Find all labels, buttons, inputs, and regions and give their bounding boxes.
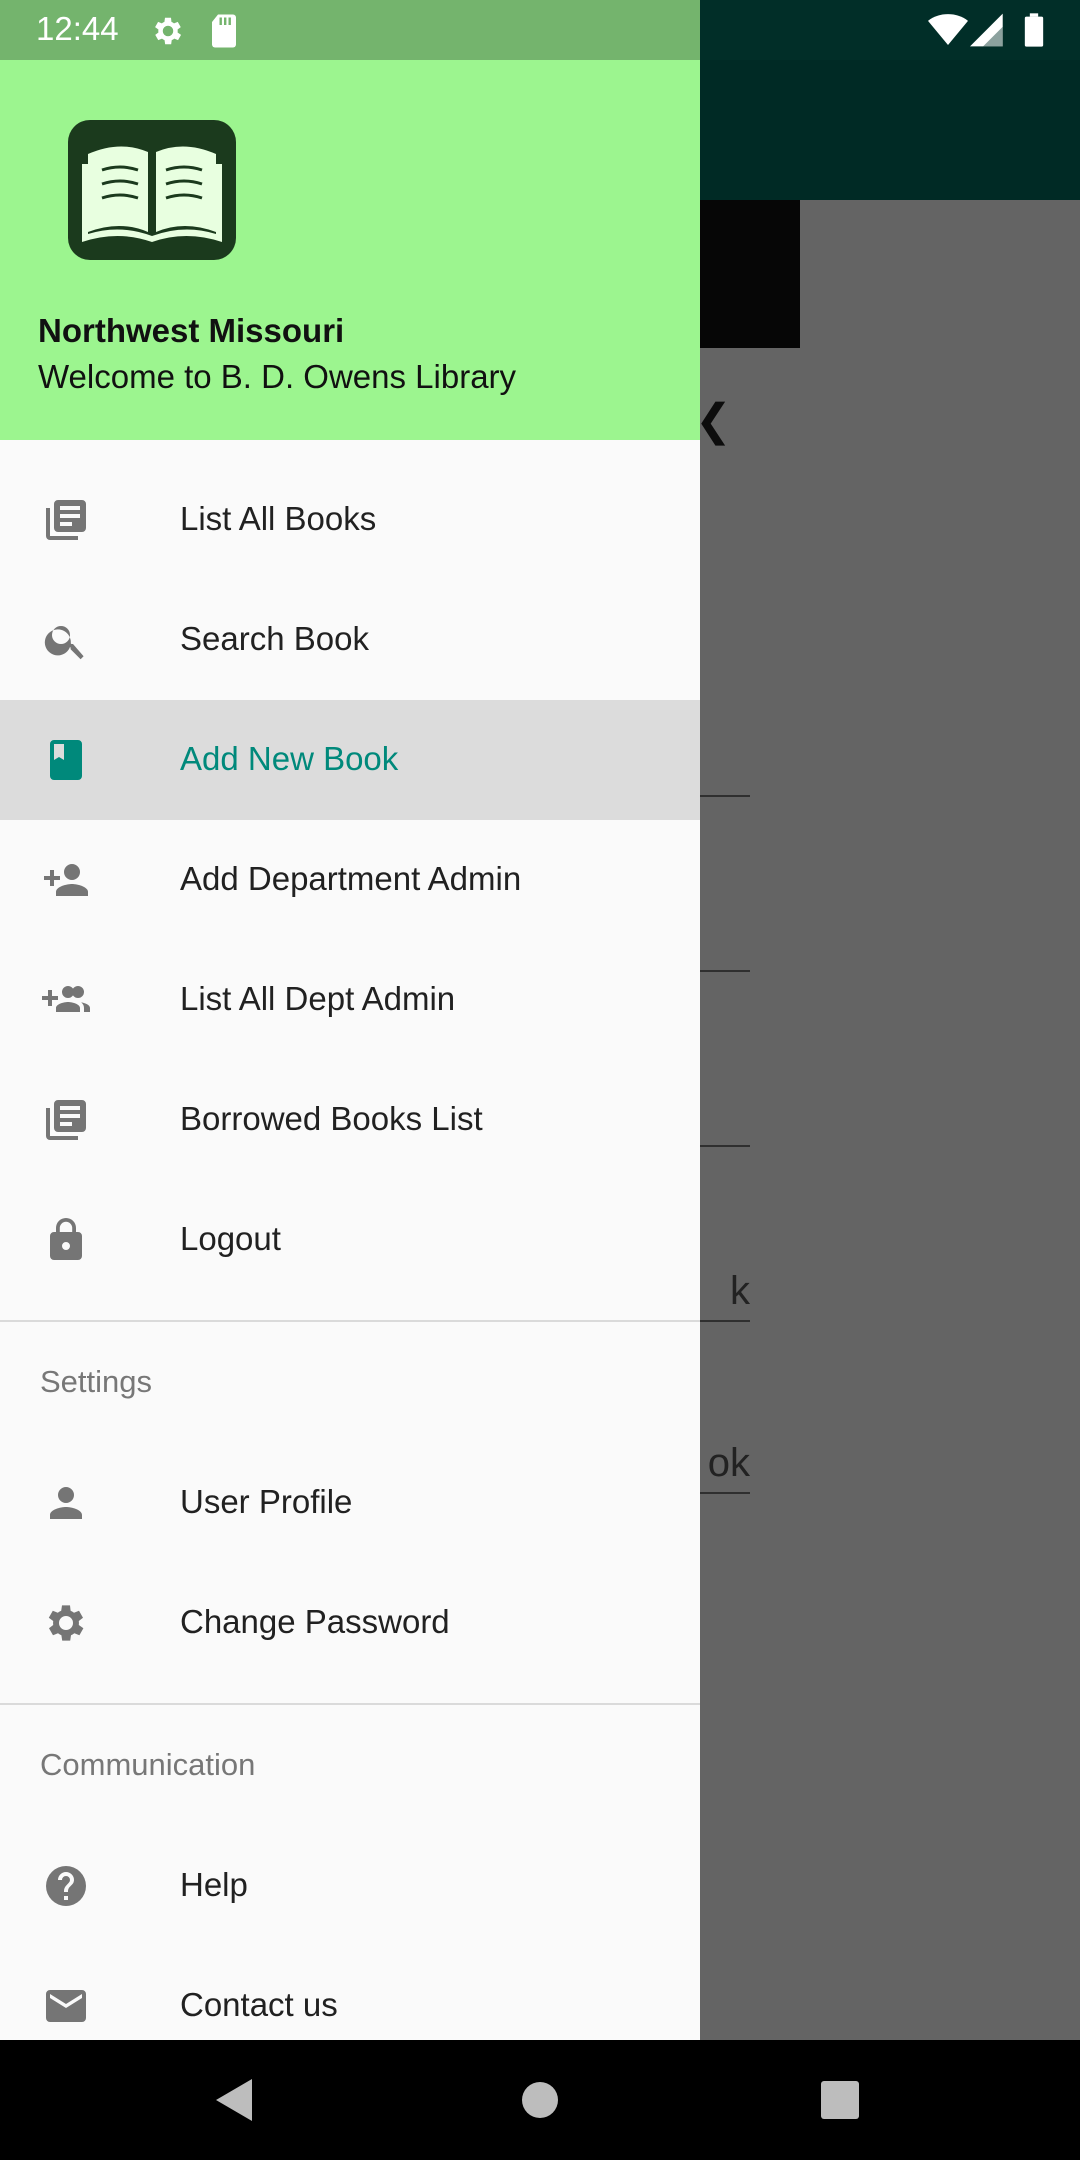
battery-icon [1024,13,1044,47]
menu-item-add-department-admin[interactable]: Add Department Admin [0,820,700,940]
menu-item-label: Help [180,1866,248,1903]
wifi-icon [928,14,968,45]
system-navigation-bar [0,2040,1080,2160]
lock-icon [50,1218,82,1260]
person-add-icon [44,864,88,896]
drawer-title: Northwest Missouri [38,312,345,349]
menu-item-borrowed-books-list[interactable]: Borrowed Books List [0,1060,700,1180]
section-title-communication: Communication [40,1747,256,1782]
menu-item-label: Add Department Admin [180,860,522,897]
drawer-header: Northwest Missouri Welcome to B. D. Owen… [0,60,700,440]
help-icon [46,1866,86,1906]
back-nav-icon[interactable] [212,2075,258,2125]
gear-icon [48,1605,84,1641]
menu-item-logout[interactable]: Logout [0,1180,700,1300]
menu-item-label: Logout [180,1220,281,1257]
drawer-subtitle: Welcome to B. D. Owens Library [38,358,517,395]
menu-item-label: Contact us [180,1986,338,2023]
recents-nav-icon[interactable] [820,2075,860,2125]
group-add-icon [42,986,90,1012]
menu-item-contact-us[interactable]: Contact us [0,1946,700,2040]
list-icon [46,500,86,540]
menu-item-label: Change Password [180,1603,450,1640]
mail-icon [46,1990,86,2022]
menu-item-label: List All Books [180,500,377,537]
menu-item-help[interactable]: Help [0,1826,700,1946]
menu-item-search-book[interactable]: Search Book [0,580,700,700]
menu-item-label: Borrowed Books List [180,1100,483,1137]
list-icon [46,1100,86,1140]
search-icon [44,626,84,660]
menu-item-list-all-books[interactable]: List All Books [0,460,700,580]
person-icon [50,1487,82,1519]
home-nav-icon[interactable] [519,2075,561,2125]
settings-status-icon [155,17,182,45]
status-bar-left: 12:44 [0,0,700,60]
signal-icon [970,13,1003,47]
menu-item-label: List All Dept Admin [180,980,456,1017]
status-bar: 12:44 [0,0,1080,60]
book-icon [50,740,82,780]
menu-item-label: Search Book [180,620,369,657]
menu-item-label: User Profile [180,1483,353,1520]
menu-item-add-new-book[interactable]: Add New Book [0,700,700,820]
sd-card-icon [212,14,236,48]
divider [0,1703,700,1705]
divider [0,1320,700,1322]
section-title-settings: Settings [40,1364,153,1399]
navigation-drawer: Northwest Missouri Welcome to B. D. Owen… [0,60,700,2040]
menu-item-change-password[interactable]: Change Password [0,1563,700,1683]
open-book-icon [68,120,236,260]
menu-item-user-profile[interactable]: User Profile [0,1443,700,1563]
menu-item-label: Add New Book [180,740,399,777]
status-time: 12:44 [36,10,119,47]
menu-item-list-all-dept-admin[interactable]: List All Dept Admin [0,940,700,1060]
